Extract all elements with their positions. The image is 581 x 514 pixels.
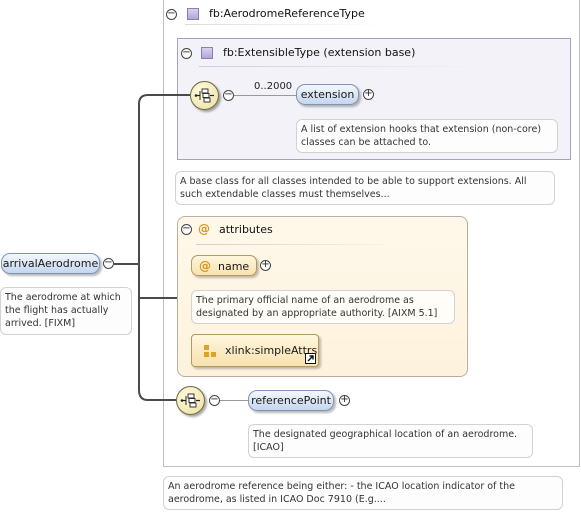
extension-cardinality: 0..2000 <box>254 81 293 92</box>
name-attribute[interactable]: @ name <box>191 255 257 276</box>
extensible-type-documentation: A base class for all classes intended to… <box>175 171 555 205</box>
reference-link-icon[interactable] <box>305 353 316 364</box>
name-attribute-expand-toggle[interactable]: + <box>260 260 271 271</box>
extensible-type-name[interactable]: fb:ExtensibleType (extension base) <box>223 46 415 59</box>
extension-element[interactable]: extension <box>296 84 359 105</box>
complex-type-header-divider <box>185 24 385 25</box>
sequence-symbol-icon <box>194 88 214 103</box>
name-attribute-documentation: The primary official name of an aerodrom… <box>191 290 455 324</box>
name-attribute-label: name <box>218 260 250 273</box>
attributes-header-divider <box>196 244 386 245</box>
extensible-type-header-divider <box>199 66 479 67</box>
reference-point-sequence-collapse-toggle[interactable]: − <box>209 395 220 406</box>
simple-attrs-group[interactable]: xlink:simpleAttrs <box>191 334 319 367</box>
sequence-collapse-toggle[interactable]: − <box>223 90 234 101</box>
name-attribute-at-icon: @ <box>199 259 211 273</box>
attributes-collapse-toggle[interactable]: − <box>181 224 192 235</box>
reference-point-expand-toggle[interactable]: + <box>339 395 350 406</box>
complex-type-documentation: An aerodrome reference being either: - t… <box>163 476 563 510</box>
extensible-type-icon <box>201 47 213 59</box>
extension-connector <box>234 95 296 96</box>
reference-point-element[interactable]: referencePoint <box>248 390 334 411</box>
reference-point-connector <box>220 400 248 401</box>
sequence-symbol-icon <box>180 393 200 408</box>
attribute-group-icon <box>204 345 216 357</box>
complex-type-icon <box>187 8 199 20</box>
root-element-documentation: The aerodrome at which the flight has ac… <box>0 287 132 335</box>
simple-attrs-label: xlink:simpleAttrs <box>225 344 318 357</box>
sequence-compositor-icon[interactable] <box>190 81 219 110</box>
complex-type-collapse-toggle[interactable]: − <box>166 9 177 20</box>
reference-point-sequence-icon[interactable] <box>176 386 205 415</box>
complex-type-name[interactable]: fb:AerodromeReferenceType <box>209 7 365 20</box>
root-element[interactable]: arrivalAerodrome <box>1 253 100 274</box>
root-element-collapse-toggle[interactable]: − <box>103 258 114 269</box>
attributes-label[interactable]: attributes <box>219 223 273 236</box>
extension-expand-toggle[interactable]: + <box>363 89 374 100</box>
reference-point-documentation: The designated geographical location of … <box>248 424 533 458</box>
extensible-type-collapse-toggle[interactable]: − <box>181 48 192 59</box>
extension-documentation: A list of extension hooks that extension… <box>296 119 558 153</box>
attributes-at-icon: @ <box>198 222 210 236</box>
